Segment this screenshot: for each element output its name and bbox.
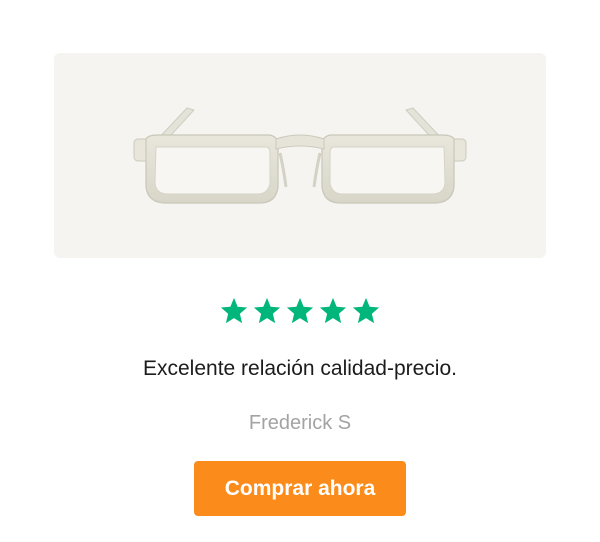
reviewer-name: Frederick S	[248, 412, 352, 434]
star-icon	[319, 297, 347, 324]
star-icon	[220, 297, 248, 324]
star-rating	[0, 296, 600, 330]
product-image	[54, 53, 546, 258]
review-text: Excelente relación calidad-precio.	[142, 357, 457, 380]
star-icon	[352, 297, 380, 324]
review-card: Excelente relación calidad-precio. Frede…	[0, 0, 600, 542]
buy-now-button[interactable]: Comprar ahora	[194, 461, 406, 516]
star-icon	[286, 297, 314, 324]
eyeglasses-illustration	[133, 107, 467, 204]
star-icon	[253, 297, 281, 324]
